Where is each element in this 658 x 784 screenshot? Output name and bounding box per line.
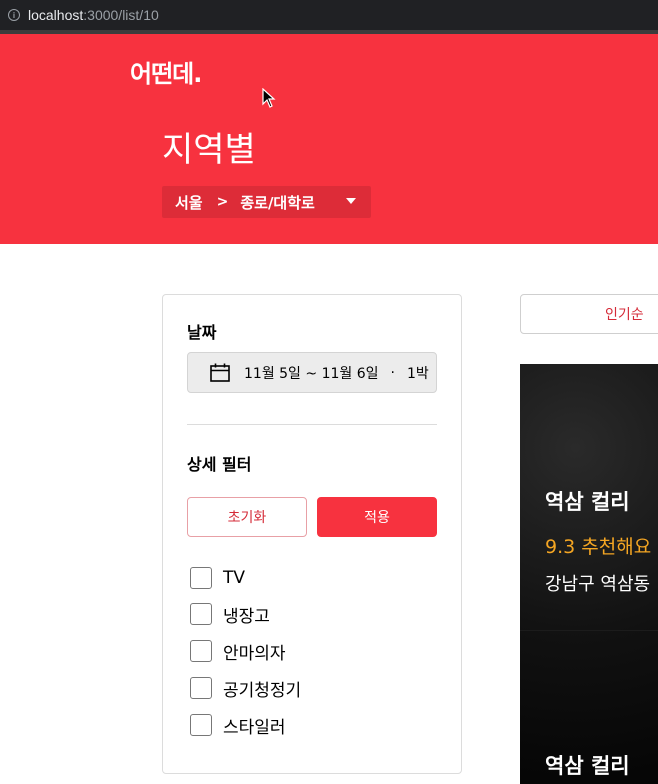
date-section-title: 날짜 bbox=[187, 323, 217, 342]
reset-button[interactable]: 초기화 bbox=[187, 497, 307, 537]
url-host: localhost bbox=[28, 7, 84, 23]
listing-address: 강남구 역삼동 bbox=[545, 574, 651, 595]
apply-button[interactable]: 적용 bbox=[317, 497, 437, 537]
caret-down-icon bbox=[346, 198, 356, 204]
date-range-text: 11월 5일 ~ 11월 6일 bbox=[244, 365, 379, 382]
info-icon[interactable]: i bbox=[8, 9, 20, 21]
page-title: 지역별 bbox=[162, 130, 256, 170]
checkbox[interactable] bbox=[190, 640, 212, 662]
checkbox[interactable] bbox=[190, 714, 212, 736]
date-separator-dot: · bbox=[390, 364, 395, 381]
date-picker[interactable]: 11월 5일 ~ 11월 6일 · 1박 bbox=[187, 352, 437, 393]
listing-rating: 9.3 추천해요 bbox=[545, 536, 652, 558]
detail-filter-title: 상세 필터 bbox=[187, 455, 252, 474]
address-bar[interactable]: i localhost:3000/list/10 bbox=[0, 0, 658, 30]
checkbox[interactable] bbox=[190, 677, 212, 699]
listing-name[interactable]: 역삼 컬리 bbox=[545, 486, 630, 516]
checkbox[interactable] bbox=[190, 603, 212, 625]
filter-option-air-purifier[interactable]: 공기청정기 bbox=[190, 676, 302, 701]
checkbox[interactable] bbox=[190, 567, 212, 589]
filter-option-label: 냉장고 bbox=[223, 606, 270, 627]
region-selector[interactable]: 서울 > 종로/대학로 bbox=[162, 186, 371, 218]
filter-option-label: TV bbox=[223, 568, 246, 588]
filter-panel: 날짜 11월 5일 ~ 11월 6일 · 1박 상세 필터 초기화 적용 TV … bbox=[162, 294, 462, 774]
filter-option-label: 안마의자 bbox=[223, 643, 286, 664]
breadcrumb-region: 서울 bbox=[175, 193, 203, 212]
breadcrumb-separator: > bbox=[216, 194, 229, 210]
filter-option-label: 스타일러 bbox=[223, 717, 286, 738]
filter-option-massage-chair[interactable]: 안마의자 bbox=[190, 639, 286, 664]
section-divider bbox=[187, 424, 437, 425]
listing-cards: 역삼 컬리 9.3 추천해요 강남구 역삼동 역삼 컬리 bbox=[520, 364, 658, 784]
header-banner: 어떤데. 지역별 서울 > 종로/대학로 bbox=[0, 34, 658, 244]
listing-name[interactable]: 역삼 컬리 bbox=[545, 750, 630, 780]
url-path: :3000/list/10 bbox=[83, 7, 159, 23]
sort-popular-button[interactable]: 인기순 bbox=[520, 294, 658, 334]
filter-option-refrigerator[interactable]: 냉장고 bbox=[190, 602, 270, 627]
calendar-icon bbox=[210, 363, 230, 382]
logo[interactable]: 어떤데. bbox=[130, 54, 202, 89]
breadcrumb-area: 종로/대학로 bbox=[240, 193, 315, 212]
filter-option-styler[interactable]: 스타일러 bbox=[190, 713, 286, 738]
card-divider bbox=[520, 630, 658, 631]
nights-text: 1박 bbox=[406, 365, 429, 382]
filter-option-tv[interactable]: TV bbox=[190, 566, 245, 590]
filter-option-label: 공기청정기 bbox=[223, 680, 302, 701]
mouse-cursor-icon bbox=[262, 88, 276, 108]
